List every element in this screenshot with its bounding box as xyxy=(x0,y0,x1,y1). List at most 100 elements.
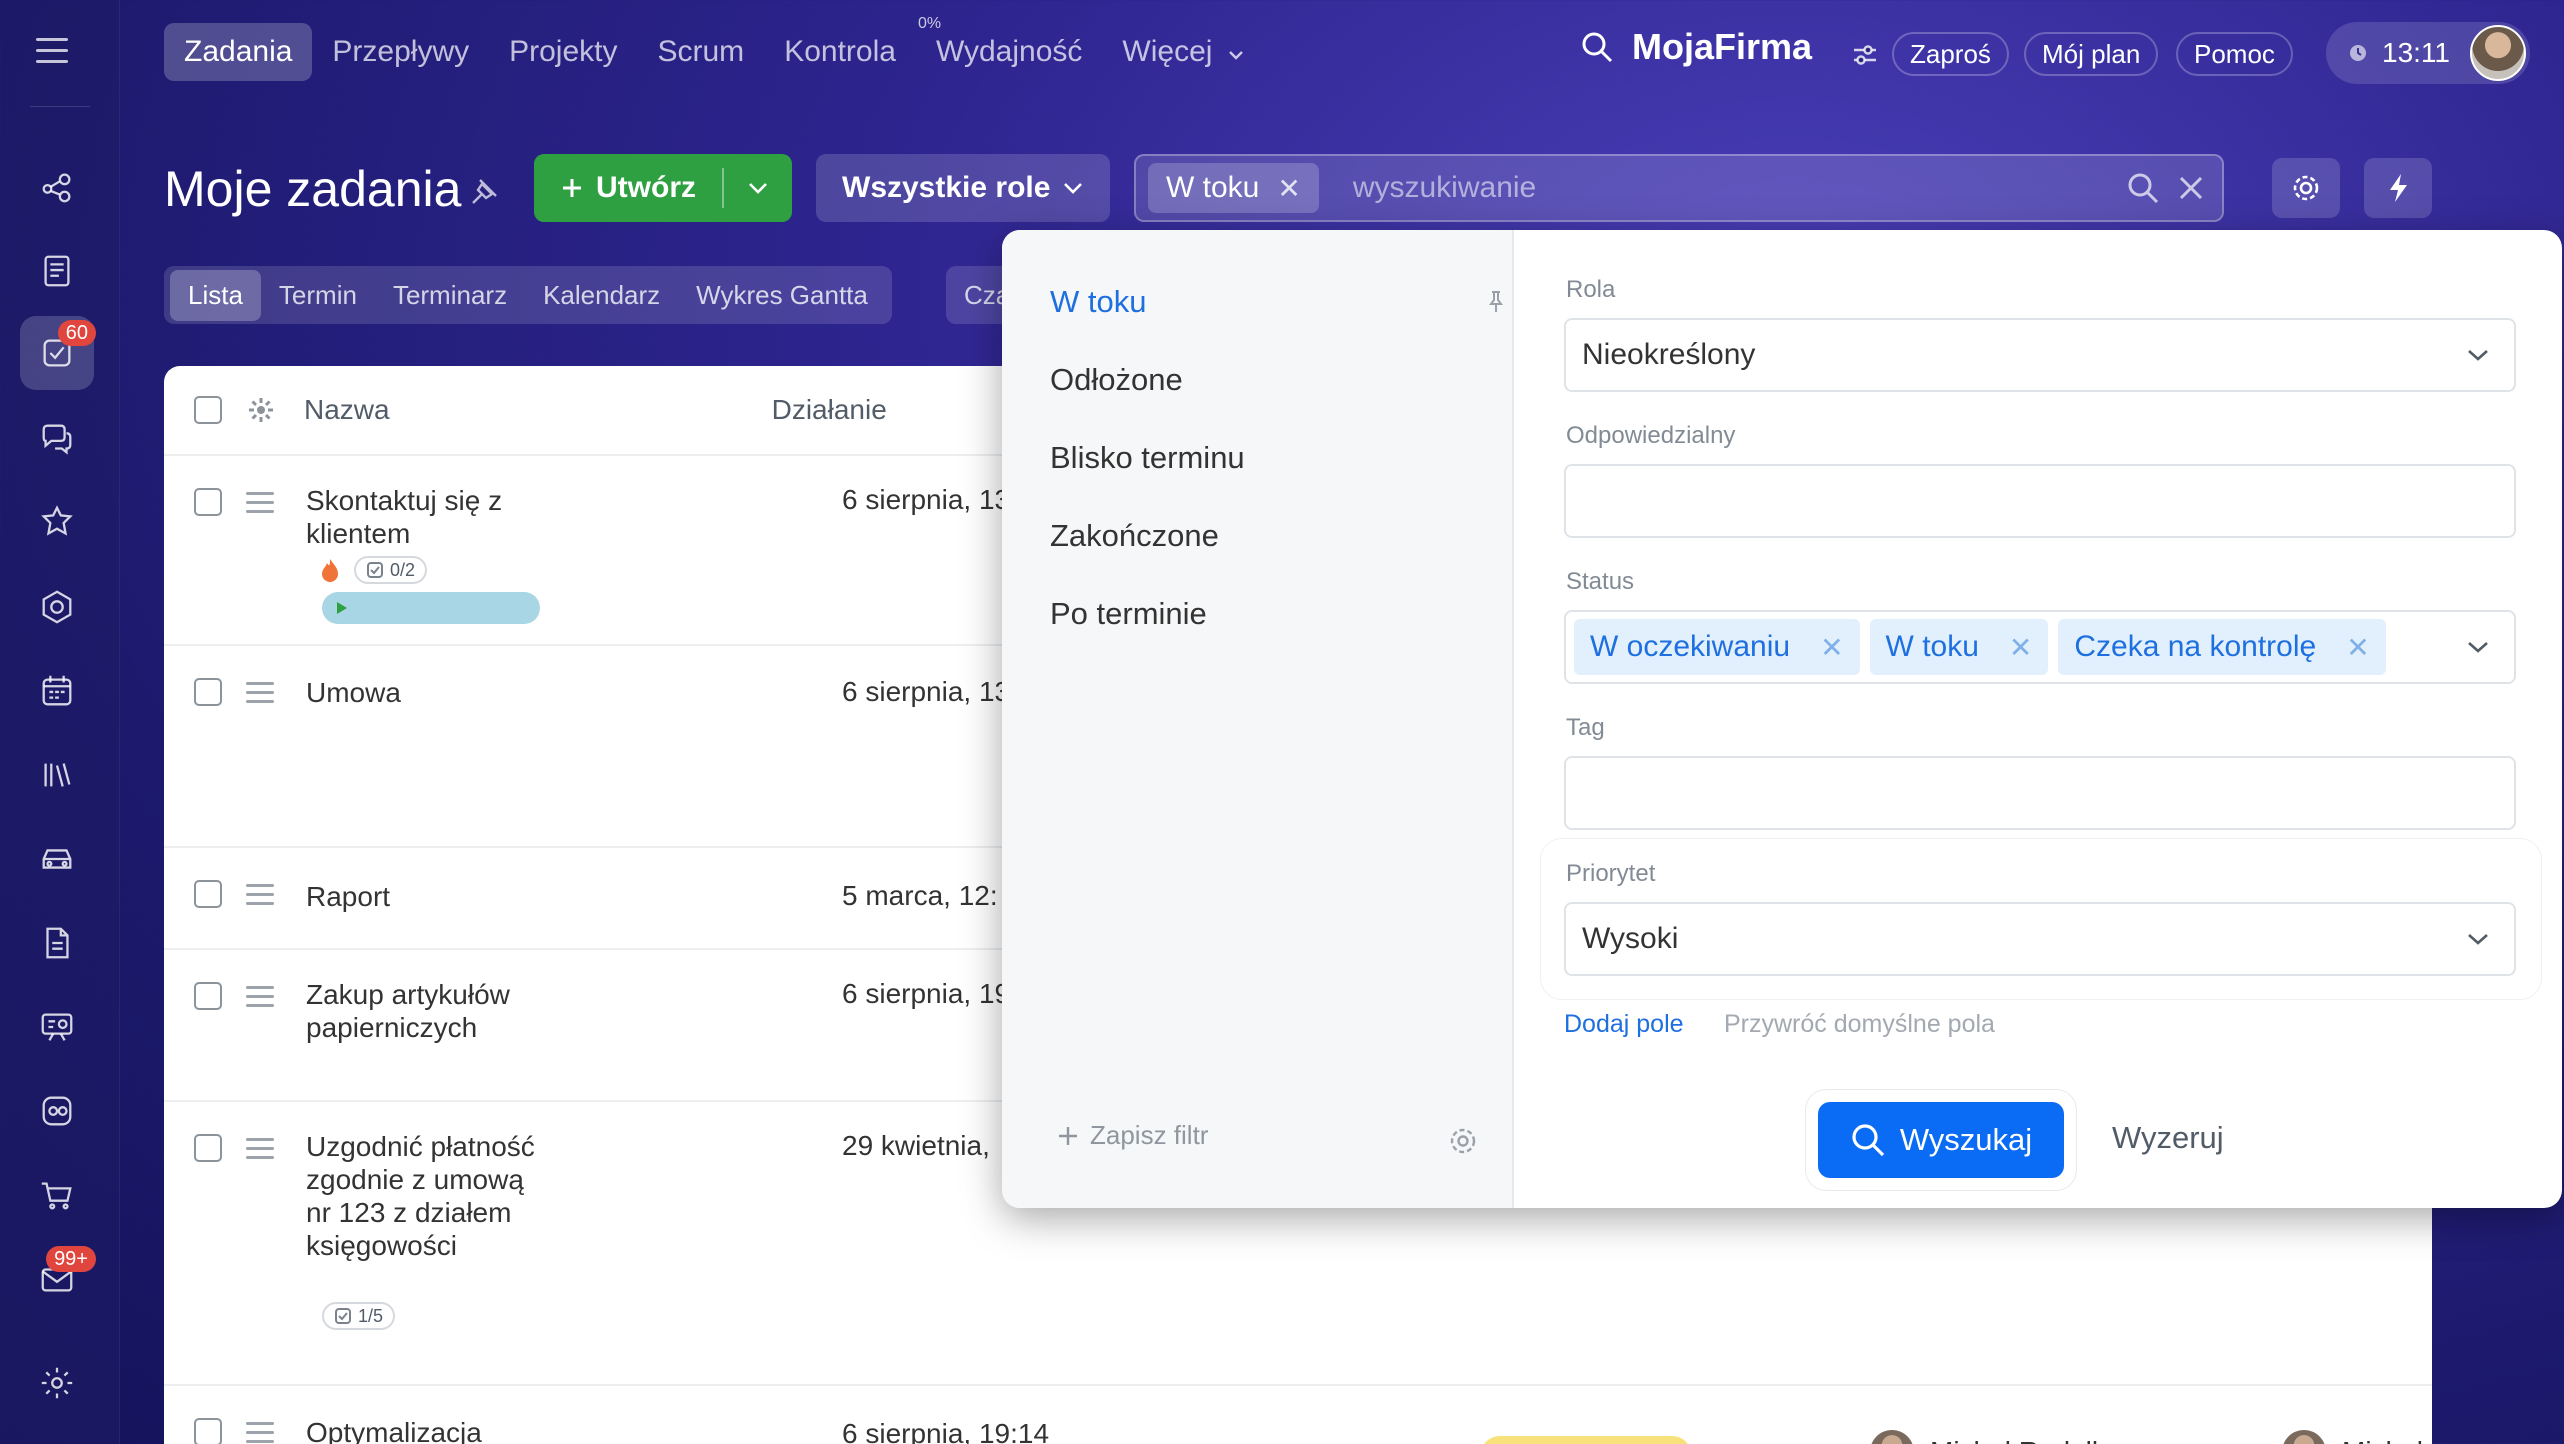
settings-icon[interactable] xyxy=(20,1346,94,1420)
calendar-icon[interactable] xyxy=(20,654,94,728)
column-settings-icon[interactable] xyxy=(246,395,276,425)
tab-list[interactable]: Lista xyxy=(170,269,261,321)
drag-handle-icon[interactable] xyxy=(246,1138,274,1165)
column-activity[interactable]: Działanie xyxy=(772,394,887,426)
help-button[interactable]: Pomoc xyxy=(2176,32,2293,76)
drag-handle-icon[interactable] xyxy=(246,492,274,519)
restore-fields-link[interactable]: Przywróć domyślne pola xyxy=(1724,1010,1995,1039)
clear-icon[interactable] xyxy=(2178,175,2204,201)
menu-icon[interactable] xyxy=(36,38,68,64)
column-name[interactable]: Nazwa xyxy=(304,394,390,426)
remove-chip-icon[interactable]: ✕ xyxy=(2009,631,2032,664)
mail-icon[interactable]: 99+ xyxy=(20,1242,96,1316)
nav-tasks[interactable]: Zadania xyxy=(164,23,313,81)
task-name[interactable]: Optymalizacja xyxy=(306,1416,546,1444)
board-icon[interactable] xyxy=(20,990,94,1064)
worktime-clock[interactable]: 13:11 xyxy=(2326,22,2530,84)
row-checkbox[interactable] xyxy=(194,1134,222,1162)
create-button[interactable]: Utwórz xyxy=(534,154,792,222)
automation-button[interactable] xyxy=(2364,158,2432,218)
company-name[interactable]: MojaFirma xyxy=(1632,26,1812,68)
tab-planner[interactable]: Terminarz xyxy=(375,270,525,321)
status-chip[interactable]: Czeka na kontrolę ✕ xyxy=(2058,619,2386,675)
pin-icon[interactable] xyxy=(1488,290,1504,314)
drag-handle-icon[interactable] xyxy=(246,884,274,911)
creator-person[interactable]: Michał xyxy=(2282,1430,2423,1444)
search-icon[interactable] xyxy=(1580,30,1614,64)
task-name[interactable]: Raport xyxy=(306,880,546,913)
my-plan-button[interactable]: Mój plan xyxy=(2024,32,2159,76)
row-checkbox[interactable] xyxy=(194,880,222,908)
pin-icon[interactable] xyxy=(468,176,500,208)
status-chip[interactable]: W oczekiwaniu ✕ xyxy=(1574,619,1860,675)
car-icon[interactable] xyxy=(20,822,94,896)
feed-icon[interactable] xyxy=(20,150,94,224)
tag-field[interactable] xyxy=(1564,756,2516,830)
create-dropdown-toggle[interactable] xyxy=(724,181,792,195)
settings-button[interactable] xyxy=(2272,158,2340,218)
chevron-down-icon[interactable] xyxy=(2466,640,2490,654)
row-checkbox[interactable] xyxy=(194,1418,222,1444)
gear-icon[interactable] xyxy=(1448,1126,1478,1156)
preset-overdue[interactable]: Po terminie xyxy=(1050,596,1207,632)
checklist-badge[interactable]: 1/5 xyxy=(322,1302,396,1330)
chat-icon[interactable] xyxy=(20,402,94,476)
status-field[interactable]: W oczekiwaniu ✕ W toku ✕ Czeka na kontro… xyxy=(1564,610,2516,684)
crm-icon[interactable] xyxy=(20,570,94,644)
save-filter-button[interactable]: Zapisz filtr xyxy=(1056,1120,1208,1151)
nav-more[interactable]: Więcej xyxy=(1102,23,1264,81)
knowledge-icon[interactable] xyxy=(20,738,94,812)
projects-icon[interactable] xyxy=(20,1074,94,1148)
document-icon[interactable] xyxy=(20,906,94,980)
preset-completed[interactable]: Zakończone xyxy=(1050,518,1219,554)
preset-deferred[interactable]: Odłożone xyxy=(1050,362,1183,398)
roles-select[interactable]: Wszystkie role xyxy=(816,154,1110,222)
role-select[interactable]: Nieokreślony xyxy=(1564,318,2516,392)
priority-select[interactable]: Wysoki xyxy=(1564,902,2516,976)
preset-in-progress[interactable]: W toku xyxy=(1050,284,1146,320)
responsible-person[interactable]: Michał Radełko xyxy=(1870,1430,2121,1444)
time-tracker-bar[interactable] xyxy=(322,592,540,624)
preset-near-deadline[interactable]: Blisko terminu xyxy=(1050,440,1245,476)
checklist-badge[interactable]: 0/2 xyxy=(354,556,428,584)
status-chip[interactable]: W toku ✕ xyxy=(1869,619,2049,675)
task-name[interactable]: Skontaktuj się z klientem xyxy=(306,484,546,550)
row-checkbox[interactable] xyxy=(194,678,222,706)
remove-chip-icon[interactable]: ✕ xyxy=(1820,631,1843,664)
task-name[interactable]: Zakup artykułów papierniczych xyxy=(306,978,546,1044)
task-name[interactable]: Uzgodnić płatność zgodnie z umową nr 123… xyxy=(306,1130,546,1262)
row-checkbox[interactable] xyxy=(194,488,222,516)
tab-deadline[interactable]: Termin xyxy=(261,270,375,321)
search-input[interactable] xyxy=(1352,171,2113,205)
tasks-icon[interactable]: 60 xyxy=(20,316,96,390)
play-icon[interactable] xyxy=(336,601,348,615)
add-field-link[interactable]: Dodaj pole xyxy=(1564,1010,1684,1039)
drag-handle-icon[interactable] xyxy=(246,1422,274,1444)
row-checkbox[interactable] xyxy=(194,982,222,1010)
tab-calendar[interactable]: Kalendarz xyxy=(525,270,678,321)
nav-efficiency[interactable]: 0% Wydajność xyxy=(916,15,1102,81)
filter-search-bar[interactable]: W toku ✕ xyxy=(1134,154,2224,222)
drag-handle-icon[interactable] xyxy=(246,986,274,1013)
remove-chip-icon[interactable]: ✕ xyxy=(2346,631,2369,664)
nav-scrum[interactable]: Scrum xyxy=(638,23,765,81)
table-row[interactable]: Optymalizacja 6 sierpnia, 19:14 Dzisiaj,… xyxy=(164,1388,2432,1444)
nav-control[interactable]: Kontrola xyxy=(764,23,916,81)
tab-gantt[interactable]: Wykres Gantta xyxy=(678,270,886,321)
invite-button[interactable]: Zaproś xyxy=(1892,32,2009,76)
task-name[interactable]: Umowa xyxy=(306,676,546,709)
search-button[interactable]: Wyszukaj xyxy=(1818,1102,2064,1178)
copilot-icon[interactable] xyxy=(20,486,94,560)
deadline-badge[interactable]: Dzisiaj, 19:00 xyxy=(1480,1436,1692,1444)
search-icon[interactable] xyxy=(2126,171,2160,205)
select-all-checkbox[interactable] xyxy=(194,396,222,424)
nav-flows[interactable]: Przepływy xyxy=(312,23,489,81)
shop-icon[interactable] xyxy=(20,1158,94,1232)
responsible-field[interactable] xyxy=(1564,464,2516,538)
active-filter-chip[interactable]: W toku ✕ xyxy=(1148,163,1319,213)
nav-projects[interactable]: Projekty xyxy=(489,23,637,81)
drag-handle-icon[interactable] xyxy=(246,682,274,709)
docs-icon[interactable] xyxy=(20,234,94,308)
user-avatar[interactable] xyxy=(2470,25,2526,81)
remove-filter-icon[interactable]: ✕ xyxy=(1277,172,1300,205)
